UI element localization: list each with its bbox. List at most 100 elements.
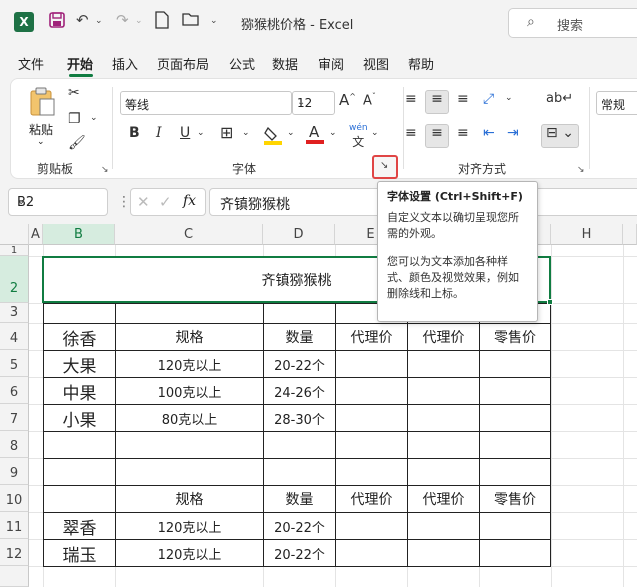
select-all-corner[interactable] (0, 224, 29, 245)
cell-e10[interactable]: 代理价 (336, 486, 407, 512)
cell-b12[interactable]: 瑞玉 (44, 540, 115, 566)
bottom-align-icon[interactable]: ≡ (457, 91, 469, 107)
redo-icon[interactable]: ↷ (116, 11, 129, 29)
row-header-1[interactable]: 1 (0, 245, 29, 256)
fill-handle[interactable] (547, 299, 553, 305)
decrease-indent-icon[interactable]: ⇤ (483, 125, 495, 141)
tab-help[interactable]: 帮助 (408, 54, 434, 73)
font-name-select[interactable]: 等线 ⌄ (120, 91, 292, 115)
align-right-icon[interactable]: ≡ (457, 125, 469, 141)
row-header-2[interactable]: 2 (0, 256, 29, 303)
tab-insert[interactable]: 插入 (112, 54, 138, 73)
middle-align-icon[interactable]: ≡ (425, 90, 449, 114)
cell-c5[interactable]: 120克以上 (116, 351, 263, 377)
column-header-a[interactable]: A (29, 224, 43, 245)
wrap-text-icon[interactable]: ab↵ (546, 91, 573, 106)
fill-color-dropdown-icon[interactable]: ⌄ (287, 128, 295, 138)
search-box[interactable]: ⌕ 搜索 (508, 8, 637, 38)
font-settings-launcher[interactable]: ↘ (372, 155, 398, 179)
tab-review[interactable]: 审阅 (318, 54, 344, 73)
cell-b7[interactable]: 小果 (44, 405, 115, 431)
column-header-i[interactable] (623, 224, 637, 245)
orientation-dropdown-icon[interactable]: ⌄ (505, 93, 513, 103)
tab-view[interactable]: 视图 (363, 54, 389, 73)
row-header-3[interactable]: 3 (0, 303, 29, 323)
paste-dropdown-icon[interactable]: ⌄ (37, 137, 45, 147)
undo-dropdown-icon[interactable]: ⌄ (95, 16, 103, 26)
italic-icon[interactable]: I (156, 125, 162, 141)
orientation-icon[interactable]: ⤢ (483, 91, 494, 107)
column-header-c[interactable]: C (115, 224, 263, 245)
tab-formulas[interactable]: 公式 (229, 54, 255, 73)
phonetic-dropdown-icon[interactable]: ⌄ (371, 128, 379, 138)
cancel-icon[interactable]: ✕ (137, 193, 150, 211)
underline-icon[interactable]: U (180, 125, 190, 141)
row-header-11[interactable]: 11 (0, 512, 29, 539)
row-header-10[interactable]: 10 (0, 485, 29, 512)
bold-icon[interactable]: B (129, 125, 140, 141)
enter-icon[interactable]: ✓ (159, 193, 172, 211)
undo-icon[interactable]: ↶ (76, 11, 89, 29)
new-file-icon[interactable] (155, 11, 169, 33)
cell-b6[interactable]: 中果 (44, 378, 115, 404)
row-header-5[interactable]: 5 (0, 350, 29, 377)
worksheet[interactable]: A B C D E F G H 1 2 3 4 5 6 7 8 9 10 11 … (0, 224, 637, 587)
cell-d4[interactable]: 数量 (264, 324, 335, 350)
row-header-7[interactable]: 7 (0, 404, 29, 431)
row-header-8[interactable]: 8 (0, 431, 29, 458)
cell-d5[interactable]: 20-22个 (264, 351, 335, 377)
cell-c10[interactable]: 规格 (116, 486, 263, 512)
decrease-font-size-icon[interactable]: Aˇ (363, 92, 376, 108)
open-folder-icon[interactable] (182, 11, 200, 31)
insert-function-icon[interactable]: fx (183, 193, 196, 209)
column-header-d[interactable]: D (263, 224, 335, 245)
top-align-icon[interactable]: ≡ (405, 91, 417, 107)
save-icon[interactable] (48, 11, 66, 33)
row-header-9[interactable]: 9 (0, 458, 29, 485)
cell-c4[interactable]: 规格 (116, 324, 263, 350)
cell-d12[interactable]: 20-22个 (264, 540, 335, 566)
borders-dropdown-icon[interactable]: ⌄ (242, 128, 250, 138)
clipboard-launcher-icon[interactable]: ↘ (101, 165, 109, 175)
column-header-b[interactable]: B (43, 224, 115, 245)
column-header-h[interactable]: H (551, 224, 623, 245)
cell-d11[interactable]: 20-22个 (264, 513, 335, 539)
alignment-launcher-icon[interactable]: ↘ (577, 165, 585, 175)
number-format-select[interactable]: 常规 (596, 91, 637, 115)
tab-home[interactable]: 开始 (67, 54, 93, 73)
copy-icon[interactable]: ❐ (68, 111, 81, 127)
cell-c12[interactable]: 120克以上 (116, 540, 263, 566)
increase-font-size-icon[interactable]: A^ (339, 91, 356, 109)
font-size-select[interactable]: 12 ⌄ (292, 91, 335, 115)
tab-page-layout[interactable]: 页面布局 (157, 54, 209, 73)
cell-d7[interactable]: 28-30个 (264, 405, 335, 431)
phonetic-guide-icon[interactable]: wén 文 (349, 123, 368, 150)
cell-g4[interactable]: 零售价 (480, 324, 550, 350)
merge-center-icon[interactable]: ⊟ ⌄ (541, 124, 579, 148)
cell-d10[interactable]: 数量 (264, 486, 335, 512)
row-header-13[interactable] (0, 566, 29, 587)
name-box[interactable]: B2 ⌄ (8, 188, 108, 216)
cell-b4[interactable]: 徐香 (44, 324, 115, 350)
tab-data[interactable]: 数据 (272, 54, 298, 73)
cell-b5[interactable]: 大果 (44, 351, 115, 377)
align-center-icon[interactable]: ≡ (425, 124, 449, 148)
cell-f10[interactable]: 代理价 (408, 486, 479, 512)
paste-button[interactable]: 粘贴 (29, 121, 53, 138)
cell-e4[interactable]: 代理价 (336, 324, 407, 350)
cell-c7[interactable]: 80克以上 (116, 405, 263, 431)
cut-icon[interactable]: ✂ (68, 85, 80, 101)
fill-color-icon[interactable] (264, 125, 282, 148)
borders-icon[interactable]: ⊞ (220, 123, 233, 142)
row-header-4[interactable]: 4 (0, 323, 29, 350)
tab-file[interactable]: 文件 (18, 54, 44, 73)
more-options-icon[interactable]: ⋮ (117, 194, 131, 210)
cell-c11[interactable]: 120克以上 (116, 513, 263, 539)
paste-icon[interactable] (28, 87, 56, 120)
cell-f4[interactable]: 代理价 (408, 324, 479, 350)
copy-dropdown-icon[interactable]: ⌄ (90, 113, 98, 123)
font-color-dropdown-icon[interactable]: ⌄ (329, 128, 337, 138)
cell-g10[interactable]: 零售价 (480, 486, 550, 512)
row-header-12[interactable]: 12 (0, 539, 29, 566)
underline-dropdown-icon[interactable]: ⌄ (197, 128, 205, 138)
